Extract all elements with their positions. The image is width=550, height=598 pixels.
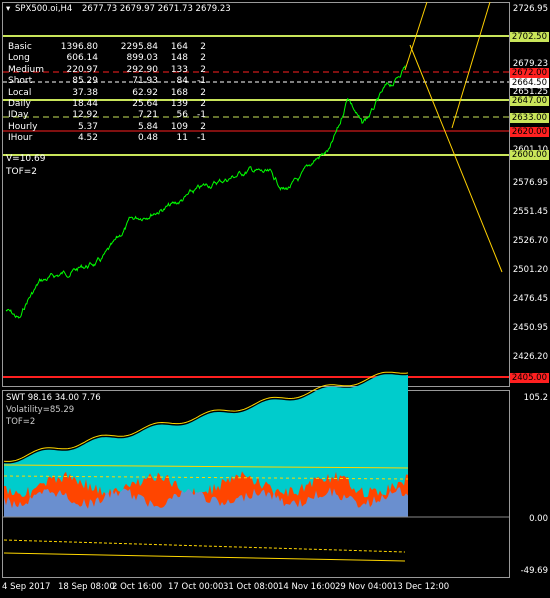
stats-cell-b: 62.92	[132, 87, 158, 98]
price-axis[interactable]: 2726.952702.502679.232651.252626.202601.…	[509, 0, 550, 598]
stats-cell-d: 2	[200, 64, 206, 75]
time-axis-label: 17 Oct 00:00	[168, 582, 224, 592]
stats-cell-d: 2	[200, 99, 206, 110]
price-axis-label: 2450.95	[512, 323, 548, 333]
price-axis-label: 2576.95	[512, 178, 548, 188]
stats-cell-d: 2	[200, 42, 206, 52]
stats-cell-d: -1	[197, 110, 206, 121]
stats-row: Short 85.29 71.93 84 -1	[6, 76, 208, 87]
stats-cell-b: 25.64	[132, 99, 158, 110]
stats-cell-a: 12.92	[72, 110, 98, 121]
stats-cell-b: 0.48	[137, 133, 158, 144]
stats-row: Basic 1396.80 2295.84 164 2	[6, 42, 208, 53]
price-axis-label: 2551.45	[512, 207, 548, 217]
stats-row: Daily 18.44 25.64 139 2	[6, 99, 208, 110]
stats-cell-name: Hourly	[8, 121, 38, 132]
stats-cell-c: 109	[170, 121, 188, 132]
price-level-tag: 2633.00	[509, 113, 549, 123]
symbol-label: SPX500.oi,H4	[15, 4, 73, 14]
stats-cell-c: 84	[176, 76, 188, 87]
stats-row: Hourly 5.37 5.84 109 2	[6, 122, 208, 133]
price-axis-label: 2726.95	[512, 4, 548, 14]
stats-row: Long 606.14 899.03 148 2	[6, 53, 208, 64]
stats-cell-name: IDay	[8, 110, 29, 121]
stats-cell-d: 2	[200, 121, 206, 132]
indicator-axis-label: 0.00	[529, 514, 548, 524]
stats-cell-name: Medium	[8, 64, 44, 75]
projection-line-up-2	[451, 1, 491, 129]
time-axis-label: 4 Sep 2017	[2, 582, 51, 592]
price-axis-label: 2426.20	[512, 352, 548, 362]
price-level-tag: 2600.00	[509, 150, 549, 160]
volatility-label: Volatility=85.29	[6, 405, 75, 415]
stats-cell-c: 56	[176, 110, 188, 121]
stats-cell-c: 168	[170, 87, 188, 98]
stats-cell-c: 133	[170, 64, 188, 75]
stats-cell-a: 85.29	[72, 76, 98, 87]
ohlc-readout: 2677.73 2679.97 2671.73 2679.23	[82, 4, 231, 14]
indicator-axis-label: 105.2	[523, 393, 548, 403]
stats-cell-c: 148	[170, 53, 188, 64]
price-level-tag: 2702.50	[509, 32, 549, 42]
stats-cell-b: 292.90	[126, 64, 159, 75]
stats-cell-b: 7.21	[137, 110, 158, 121]
price-level-tag: 2405.00	[509, 373, 549, 383]
stats-cell-name: IHour	[8, 133, 33, 144]
price-level-tag: 2620.00	[509, 127, 549, 137]
time-axis-label: 13 Dec 12:00	[392, 582, 450, 592]
price-level-tag: 2672.00	[509, 68, 549, 78]
stats-cell-a: 5.37	[77, 121, 98, 132]
stats-row: Local 37.38 62.92 168 2	[6, 88, 208, 99]
stats-cell-b: 899.03	[126, 53, 159, 64]
price-level-tag: 2664.50	[509, 78, 549, 88]
stats-cell-a: 1396.80	[60, 42, 98, 52]
price-axis-label: 2501.20	[512, 265, 548, 275]
indicator-axis-label: -49.69	[520, 566, 548, 576]
tof-label: TOF=2	[6, 167, 38, 177]
stats-cell-d: 2	[200, 87, 206, 98]
indicator-title: SWT 98.16 34.00 7.76	[6, 393, 101, 403]
stats-row: IDay 12.92 7.21 56 -1	[6, 110, 208, 121]
stats-cell-name: Basic	[8, 42, 32, 52]
indicator-tof-label: TOF=2	[6, 417, 36, 427]
price-level-tag: 2647.00	[509, 96, 549, 106]
time-axis-label: 18 Sep 08:00	[58, 582, 115, 592]
price-axis-label: 2476.45	[512, 294, 548, 304]
time-axis-label: 14 Nov 16:00	[278, 582, 336, 592]
stats-cell-a: 18.44	[72, 99, 98, 110]
stats-table: Basic 1396.80 2295.84 164 2 Long 606.14 899.03 1…	[6, 42, 208, 145]
time-axis-label: 31 Oct 08:00	[223, 582, 279, 592]
stats-row: Medium 220.97 292.90 133 2	[6, 65, 208, 76]
chart-menu-icon[interactable]: ▾	[6, 4, 10, 14]
stats-cell-b: 2295.84	[120, 42, 158, 52]
stats-cell-name: Long	[8, 53, 30, 64]
stats-cell-d: 2	[200, 53, 206, 64]
stats-row: IHour 4.52 0.48 11 -1	[6, 133, 208, 144]
stats-cell-d: -1	[197, 133, 206, 144]
v-label: V=10.69	[6, 154, 46, 164]
stats-cell-name: Local	[8, 87, 32, 98]
stats-cell-name: Daily	[8, 99, 31, 110]
stats-cell-c: 139	[170, 99, 188, 110]
stats-cell-name: Short	[8, 76, 33, 87]
stats-cell-a: 37.38	[72, 87, 98, 98]
stats-cell-b: 71.93	[132, 76, 158, 87]
stats-cell-a: 220.97	[66, 64, 99, 75]
stats-cell-d: -1	[197, 76, 206, 87]
stats-cell-a: 606.14	[66, 53, 99, 64]
projection-line-down	[409, 44, 503, 273]
stats-cell-a: 4.52	[77, 133, 98, 144]
lower-dashed-line	[3, 539, 406, 553]
time-axis-label: 29 Nov 04:00	[335, 582, 393, 592]
time-axis-label: 2 Oct 16:00	[112, 582, 163, 592]
stats-cell-b: 5.84	[137, 121, 158, 132]
stats-cell-c: 164	[170, 42, 188, 52]
stats-cell-c: 11	[176, 133, 188, 144]
price-axis-label: 2526.70	[512, 236, 548, 246]
lower-solid-line	[3, 552, 406, 562]
